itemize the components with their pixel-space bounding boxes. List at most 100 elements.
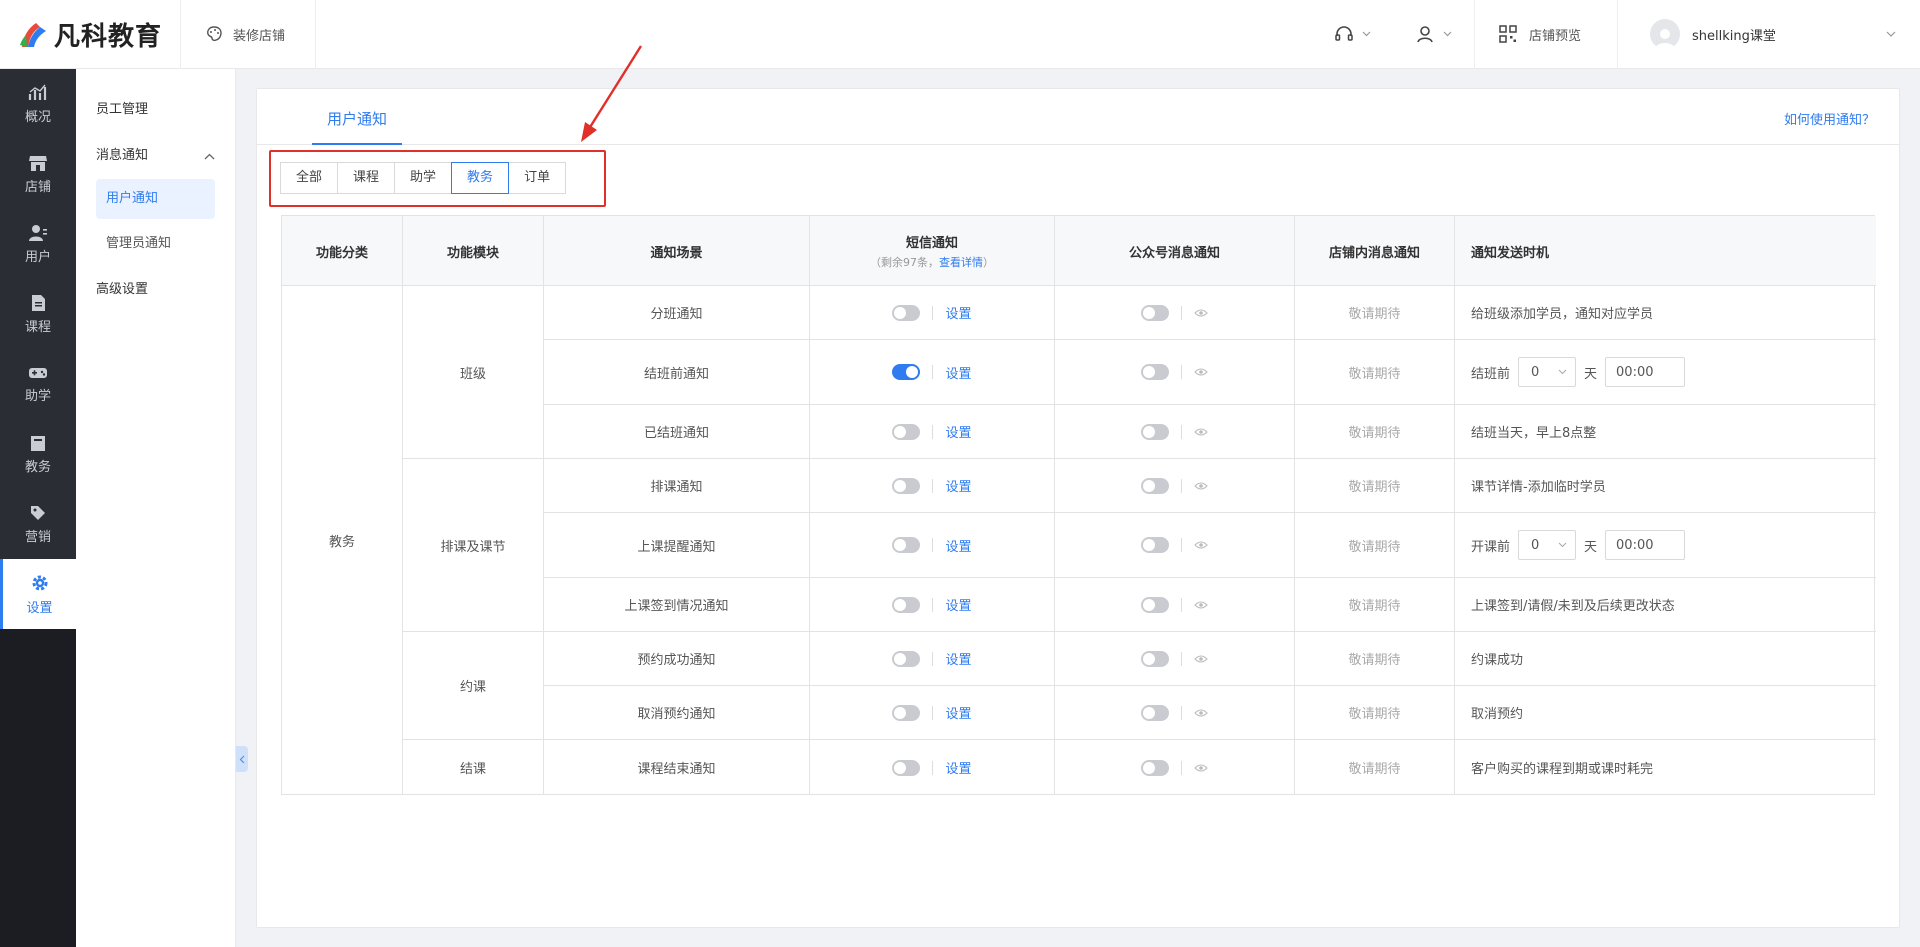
- nav-item-label: 课程: [24, 319, 51, 335]
- wechat-toggle[interactable]: [1141, 364, 1169, 380]
- decorate-store-button[interactable]: 装修店铺: [181, 0, 317, 69]
- filter-course[interactable]: 课程: [337, 162, 396, 194]
- eye-icon[interactable]: [1194, 600, 1208, 610]
- timing-unit: 天: [1584, 539, 1598, 555]
- chart-icon: [28, 84, 47, 100]
- eye-icon[interactable]: [1194, 308, 1208, 318]
- timing-cell: 约课成功: [1455, 632, 1876, 686]
- sms-cell: 设置: [810, 513, 1055, 578]
- user-icon: [1417, 26, 1433, 43]
- timing-cell: 给班级添加学员，通知对应学员: [1455, 286, 1876, 340]
- nav-item-courses[interactable]: 课程: [0, 279, 76, 349]
- timing-prefix: 结班前: [1471, 366, 1511, 382]
- sms-settings-link[interactable]: 设置: [945, 363, 971, 382]
- tab-user-notify[interactable]: 用户通知: [312, 89, 403, 145]
- scene-label: 已结班通知: [643, 426, 709, 441]
- eye-icon[interactable]: [1194, 763, 1208, 773]
- sms-toggle[interactable]: [892, 704, 921, 721]
- time-input[interactable]: 00:00: [1605, 530, 1686, 560]
- eye-icon[interactable]: [1194, 540, 1208, 550]
- sms-cell: 设置: [810, 578, 1055, 632]
- nav-item-overview[interactable]: 概况: [0, 69, 76, 139]
- nav-item-users[interactable]: 用户: [0, 209, 76, 279]
- nav-item-academic[interactable]: 教务: [0, 419, 76, 489]
- store-preview-button[interactable]: 店铺预览: [1473, 0, 1618, 69]
- filter-order[interactable]: 订单: [508, 162, 567, 194]
- category-filter-group: 全部 课程 助学 教务 订单: [280, 162, 567, 194]
- coming-soon-label: 敬请期待: [1348, 599, 1401, 614]
- filter-all[interactable]: 全部: [280, 162, 339, 194]
- time-input[interactable]: 00:00: [1605, 357, 1686, 387]
- sms-settings-link[interactable]: 设置: [945, 303, 971, 322]
- sms-settings-link[interactable]: 设置: [945, 649, 971, 668]
- sms-toggle[interactable]: [892, 423, 921, 440]
- account-menu[interactable]: shellking课堂: [1618, 0, 1920, 69]
- sms-toggle[interactable]: [892, 304, 921, 321]
- filter-academic[interactable]: 教务: [451, 162, 510, 194]
- eye-icon[interactable]: [1194, 481, 1208, 491]
- submenu-staff[interactable]: 员工管理: [76, 87, 235, 133]
- nav-item-store[interactable]: 店铺: [0, 139, 76, 209]
- days-select[interactable]: 0: [1518, 357, 1577, 387]
- timing-cell: 开课前 0 天 00:00: [1455, 513, 1876, 578]
- eye-icon[interactable]: [1194, 427, 1208, 437]
- wechat-toggle[interactable]: [1141, 704, 1169, 721]
- wechat-toggle[interactable]: [1141, 423, 1169, 440]
- sms-settings-link[interactable]: 设置: [945, 595, 971, 614]
- nav-item-marketing[interactable]: 营销: [0, 489, 76, 559]
- chevron-down-icon: [1443, 31, 1452, 37]
- sms-detail-link[interactable]: 查看详情: [939, 256, 983, 269]
- timing-unit: 天: [1584, 366, 1598, 382]
- user-menu-button[interactable]: [1393, 0, 1474, 69]
- nav-item-settings[interactable]: 设置: [0, 559, 76, 629]
- submenu-user-notify-label: 用户通知: [106, 191, 159, 206]
- scene-cell: 预约成功通知: [544, 632, 810, 686]
- wechat-toggle[interactable]: [1141, 537, 1169, 553]
- submenu-advanced[interactable]: 高级设置: [76, 267, 235, 313]
- submenu-notify[interactable]: 消息通知: [76, 133, 235, 179]
- collapse-menu-handle[interactable]: [236, 746, 248, 772]
- sms-toggle[interactable]: [892, 537, 921, 553]
- wechat-toggle[interactable]: [1141, 650, 1169, 667]
- days-select[interactable]: 0: [1518, 530, 1577, 560]
- sms-toggle[interactable]: [892, 477, 921, 494]
- timing-cell: 结班当天，早上8点整: [1455, 405, 1876, 459]
- wechat-toggle[interactable]: [1141, 477, 1169, 494]
- notification-table: 功能分类 功能模块 通知场景 短信通知 （剩余97条，查看详情） 公众号消息通知…: [281, 215, 1876, 795]
- sms-toggle[interactable]: [892, 364, 921, 380]
- sms-settings-link[interactable]: 设置: [945, 476, 971, 495]
- sms-toggle[interactable]: [892, 596, 921, 613]
- brand-logo[interactable]: 凡科教育: [0, 0, 181, 69]
- chevron-down-icon: [1886, 31, 1896, 37]
- sms-toggle[interactable]: [892, 759, 921, 776]
- gamepad-icon: [29, 367, 47, 378]
- sms-settings-link[interactable]: 设置: [945, 703, 971, 722]
- wechat-toggle[interactable]: [1141, 304, 1169, 321]
- qrcode-icon: [1499, 25, 1517, 43]
- coming-soon-label: 敬请期待: [1348, 480, 1401, 495]
- wechat-toggle[interactable]: [1141, 759, 1169, 776]
- scene-cell: 排课通知: [544, 459, 810, 513]
- sms-settings-link[interactable]: 设置: [945, 758, 971, 777]
- filter-study[interactable]: 助学: [394, 162, 453, 194]
- eye-icon[interactable]: [1194, 708, 1208, 718]
- tag-icon: [31, 505, 45, 520]
- wechat-cell: [1055, 740, 1295, 795]
- sms-settings-link[interactable]: 设置: [945, 422, 971, 441]
- submenu-user-notify[interactable]: 用户通知: [96, 179, 215, 219]
- wechat-cell: [1055, 340, 1295, 405]
- eye-icon[interactable]: [1194, 654, 1208, 664]
- nav-item-study[interactable]: 助学: [0, 349, 76, 419]
- eye-icon[interactable]: [1194, 367, 1208, 377]
- sms-toggle[interactable]: [892, 650, 921, 667]
- help-link[interactable]: 如何使用通知？: [1784, 109, 1875, 128]
- sms-settings-link[interactable]: 设置: [945, 536, 971, 555]
- wechat-cell: [1055, 513, 1295, 578]
- chevron-down-icon: [1558, 369, 1567, 375]
- top-bar: 凡科教育 装修店铺 店铺预览 shellking课堂: [0, 0, 1920, 69]
- module-cell: 排课及课节: [403, 459, 544, 632]
- coming-soon-label: 敬请期待: [1348, 366, 1401, 382]
- submenu-admin-notify[interactable]: 管理员通知: [96, 224, 215, 264]
- support-button[interactable]: [1312, 0, 1393, 69]
- wechat-toggle[interactable]: [1141, 596, 1169, 613]
